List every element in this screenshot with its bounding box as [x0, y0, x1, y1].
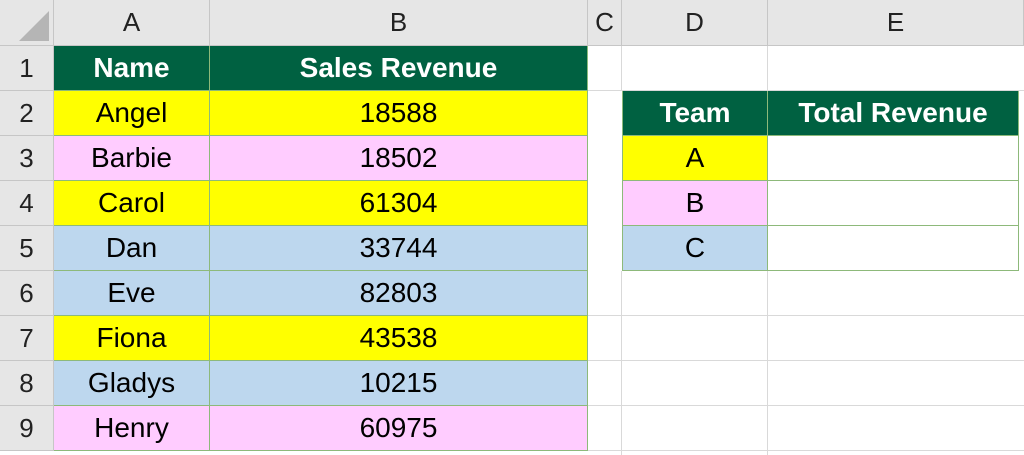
cell-revenue[interactable]: 10215 — [210, 361, 588, 406]
row-header-8[interactable]: 8 — [0, 361, 54, 406]
row-header-5[interactable]: 5 — [0, 226, 54, 271]
spreadsheet-grid: A B C D E 1 2 3 4 5 6 7 8 9 Name Sales R… — [0, 0, 1024, 455]
cell-name[interactable]: Angel — [54, 91, 210, 136]
cell-name[interactable]: Dan — [54, 226, 210, 271]
cell-revenue[interactable]: 18502 — [210, 136, 588, 181]
cell-name[interactable]: Henry — [54, 406, 210, 451]
row-header-4[interactable]: 4 — [0, 181, 54, 226]
header-sales-revenue[interactable]: Sales Revenue — [210, 46, 588, 91]
gridline — [621, 271, 622, 455]
gridline — [621, 46, 622, 91]
cell-name[interactable]: Barbie — [54, 136, 210, 181]
gridline — [767, 271, 768, 455]
header-name[interactable]: Name — [54, 46, 210, 91]
cell-total-revenue[interactable] — [768, 226, 1019, 271]
cell-total-revenue[interactable] — [768, 181, 1019, 226]
cell-team[interactable]: B — [622, 181, 768, 226]
cell-revenue[interactable]: 18588 — [210, 91, 588, 136]
cell-name[interactable]: Gladys — [54, 361, 210, 406]
column-header-c[interactable]: C — [588, 0, 622, 46]
cell-name[interactable]: Fiona — [54, 316, 210, 361]
cell-revenue[interactable]: 60975 — [210, 406, 588, 451]
select-all-corner[interactable] — [0, 0, 54, 46]
select-all-triangle-icon — [19, 11, 49, 41]
column-header-b[interactable]: B — [210, 0, 588, 46]
column-header-a[interactable]: A — [54, 0, 210, 46]
cell-revenue[interactable]: 82803 — [210, 271, 588, 316]
row-header-1[interactable]: 1 — [0, 46, 54, 91]
gridline — [588, 405, 1024, 406]
cell-name[interactable]: Eve — [54, 271, 210, 316]
gridline — [588, 360, 1024, 361]
row-header-9[interactable]: 9 — [0, 406, 54, 451]
gridline — [588, 450, 1024, 451]
header-total-revenue[interactable]: Total Revenue — [768, 91, 1019, 136]
row-header-6[interactable]: 6 — [0, 271, 54, 316]
gridline — [767, 46, 768, 91]
column-header-d[interactable]: D — [622, 0, 768, 46]
row-header-3[interactable]: 3 — [0, 136, 54, 181]
cell-team[interactable]: C — [622, 226, 768, 271]
row-header-2[interactable]: 2 — [0, 91, 54, 136]
gridline — [588, 315, 1024, 316]
cell-revenue[interactable]: 43538 — [210, 316, 588, 361]
cell-revenue[interactable]: 61304 — [210, 181, 588, 226]
header-team[interactable]: Team — [622, 91, 768, 136]
cell-revenue[interactable]: 33744 — [210, 226, 588, 271]
column-header-e[interactable]: E — [768, 0, 1024, 46]
row-header-7[interactable]: 7 — [0, 316, 54, 361]
cell-name[interactable]: Carol — [54, 181, 210, 226]
cell-total-revenue[interactable] — [768, 136, 1019, 181]
cell-team[interactable]: A — [622, 136, 768, 181]
